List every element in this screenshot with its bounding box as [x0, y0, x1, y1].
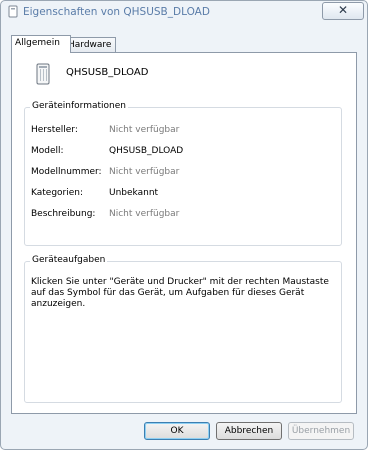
properties-dialog: Eigenschaften von QHSUSB_DLOAD ✕ Allgeme… [0, 0, 368, 450]
tab-general[interactable]: Allgemein [11, 35, 71, 53]
model-number-value: Nicht verfügbar [109, 167, 180, 177]
device-info-group: Geräteinformationen Hersteller: Nicht ve… [24, 101, 342, 246]
manufacturer-value: Nicht verfügbar [109, 125, 180, 135]
device-tasks-title: Geräteaufgaben [30, 255, 108, 265]
device-tasks-group: Geräteaufgaben Klicken Sie unter "Geräte… [24, 255, 342, 403]
description-value: Nicht verfügbar [109, 209, 180, 219]
description-label: Beschreibung: [31, 209, 96, 219]
model-value: QHSUSB_DLOAD [109, 146, 184, 156]
ok-button[interactable]: OK [144, 422, 210, 440]
close-icon: ✕ [337, 3, 349, 17]
tab-panel-general: QHSUSB_DLOAD Geräteinformationen Herstel… [11, 52, 357, 414]
device-tasks-text: Klicken Sie unter "Geräte und Drucker" m… [31, 277, 329, 309]
device-title-icon [8, 5, 18, 18]
usb-device-icon [36, 63, 50, 85]
title-bar[interactable]: Eigenschaften von QHSUSB_DLOAD ✕ [1, 1, 367, 23]
close-button[interactable]: ✕ [322, 2, 364, 20]
categories-label: Kategorien: [31, 188, 84, 198]
device-info-title: Geräteinformationen [30, 101, 128, 111]
model-number-label: Modellnummer: [31, 167, 102, 177]
device-name: QHSUSB_DLOAD [66, 67, 149, 78]
cancel-button[interactable]: Abbrechen [216, 422, 282, 440]
manufacturer-label: Hersteller: [31, 125, 78, 135]
apply-button[interactable]: Übernehmen [288, 422, 354, 440]
model-label: Modell: [31, 146, 64, 156]
categories-value: Unbekannt [109, 188, 159, 198]
window-title: Eigenschaften von QHSUSB_DLOAD [23, 6, 210, 18]
tab-hardware[interactable]: Hardware [64, 37, 116, 53]
